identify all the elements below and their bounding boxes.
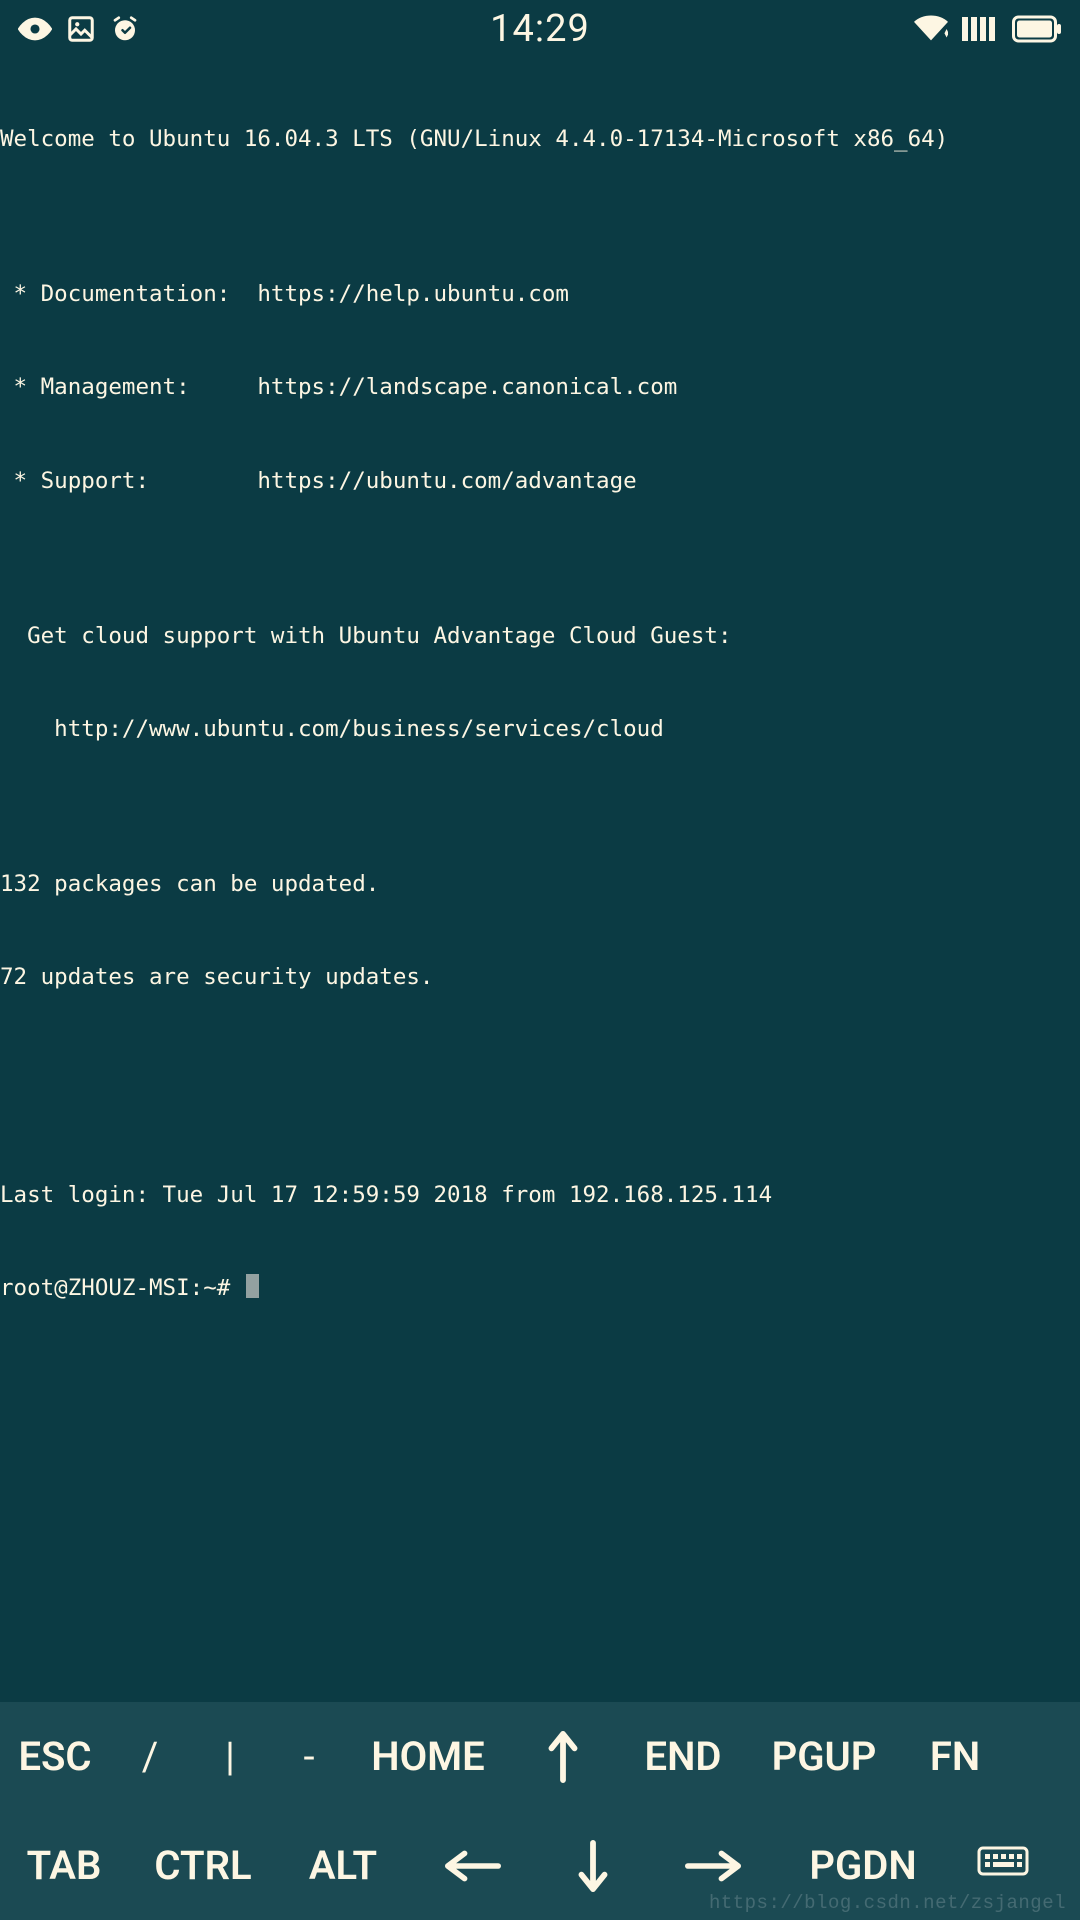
terminal-line: * Support: https://ubuntu.com/advantage bbox=[0, 466, 1080, 497]
battery-icon bbox=[1012, 15, 1062, 43]
arrow-up-icon bbox=[545, 1731, 581, 1783]
key-alt[interactable]: ALT bbox=[278, 1842, 408, 1889]
terminal-line: http://www.ubuntu.com/business/services/… bbox=[0, 714, 1080, 745]
key-arrow-up[interactable] bbox=[508, 1731, 618, 1783]
key-fn[interactable]: FN bbox=[900, 1733, 1010, 1780]
key-dash[interactable]: - bbox=[270, 1733, 348, 1780]
terminal-prompt-line: root@ZHOUZ-MSI:~# bbox=[0, 1273, 1080, 1304]
wifi-icon bbox=[914, 14, 948, 44]
key-slash[interactable]: / bbox=[110, 1733, 190, 1780]
key-arrow-left[interactable] bbox=[408, 1848, 538, 1884]
terminal-line: 72 updates are security updates. bbox=[0, 962, 1080, 993]
keyboard-icon bbox=[977, 1842, 1029, 1890]
key-home[interactable]: HOME bbox=[348, 1733, 508, 1780]
key-pgup[interactable]: PGUP bbox=[748, 1733, 900, 1780]
key-pgdn[interactable]: PGDN bbox=[778, 1842, 948, 1889]
watermark: https://blog.csdn.net/zsjangel bbox=[709, 1892, 1066, 1914]
terminal-line: * Documentation: https://help.ubuntu.com bbox=[0, 279, 1080, 310]
terminal-line: * Management: https://landscape.canonica… bbox=[0, 372, 1080, 403]
key-arrow-right[interactable] bbox=[648, 1848, 778, 1884]
key-esc[interactable]: ESC bbox=[0, 1733, 110, 1780]
image-icon bbox=[66, 14, 96, 44]
signal-icon bbox=[962, 14, 998, 44]
terminal-cursor bbox=[246, 1274, 259, 1298]
key-pipe[interactable]: | bbox=[190, 1733, 270, 1780]
terminal-prompt: root@ZHOUZ-MSI:~# bbox=[0, 1275, 244, 1301]
arrow-down-icon bbox=[575, 1840, 611, 1892]
arrow-left-icon bbox=[445, 1848, 501, 1884]
key-end[interactable]: END bbox=[618, 1733, 748, 1780]
terminal-line: 132 packages can be updated. bbox=[0, 869, 1080, 900]
key-keyboard-toggle[interactable] bbox=[948, 1842, 1058, 1890]
arrow-right-icon bbox=[685, 1848, 741, 1884]
terminal-line: Welcome to Ubuntu 16.04.3 LTS (GNU/Linux… bbox=[0, 124, 1080, 155]
terminal-output[interactable]: Welcome to Ubuntu 16.04.3 LTS (GNU/Linux… bbox=[0, 58, 1080, 1702]
key-ctrl[interactable]: CTRL bbox=[128, 1842, 278, 1889]
key-tab[interactable]: TAB bbox=[0, 1842, 128, 1889]
status-bar: 14:29 bbox=[0, 0, 1080, 58]
eye-icon bbox=[18, 12, 52, 46]
key-bar: ESC / | - HOME END PGUP FN TAB CTRL ALT bbox=[0, 1702, 1080, 1920]
status-time: 14:29 bbox=[490, 7, 590, 51]
terminal-line: Get cloud support with Ubuntu Advantage … bbox=[0, 621, 1080, 652]
key-arrow-down[interactable] bbox=[538, 1840, 648, 1892]
key-row-0: ESC / | - HOME END PGUP FN bbox=[0, 1702, 1080, 1811]
alarm-icon bbox=[110, 14, 140, 44]
terminal-line: Last login: Tue Jul 17 12:59:59 2018 fro… bbox=[0, 1180, 1080, 1211]
